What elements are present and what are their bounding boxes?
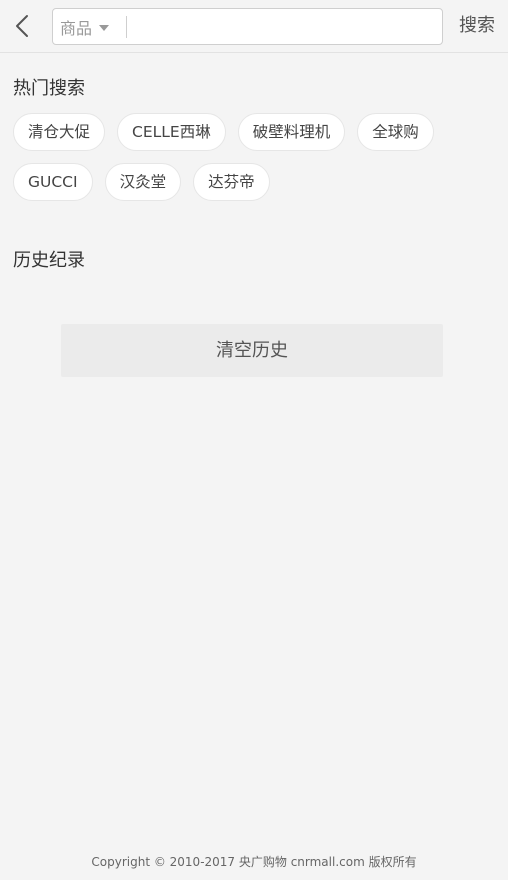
hot-search-tag[interactable]: 全球购 (357, 113, 434, 151)
search-button[interactable]: 搜索 (452, 12, 502, 40)
hot-search-tag[interactable]: 汉灸堂 (104, 163, 182, 201)
clear-history-button[interactable]: 清空历史 (61, 324, 443, 377)
search-input[interactable] (133, 12, 437, 43)
hot-search-tag[interactable]: 破壁料理机 (237, 113, 346, 151)
back-button[interactable] (8, 10, 36, 42)
history-title: 历史纪录 (13, 250, 85, 271)
category-select[interactable]: 商品 (53, 9, 127, 44)
tag-row: 清仓大促 CELLE西琳 破壁料理机 全球购 (13, 113, 503, 151)
search-box: 商品 (52, 8, 443, 45)
tag-row: GUCCI 汉灸堂 达芬帝 (13, 163, 503, 201)
search-divider (126, 16, 127, 38)
hot-search-title: 热门搜索 (13, 78, 85, 99)
search-header: 商品 搜索 (0, 0, 508, 53)
footer-copyright: Copyright © 2010-2017 央广购物 cnrmall.com 版… (91, 855, 417, 869)
hot-search-tag[interactable]: CELLE西琳 (117, 113, 226, 151)
chevron-left-icon (16, 15, 28, 37)
hot-search-tag[interactable]: GUCCI (13, 163, 93, 201)
hot-search-tag[interactable]: 清仓大促 (13, 113, 106, 151)
hot-search-tags: 清仓大促 CELLE西琳 破壁料理机 全球购 GUCCI 汉灸堂 达芬帝 (13, 113, 503, 213)
caret-down-icon (99, 24, 110, 31)
category-label: 商品 (60, 18, 93, 38)
hot-search-tag[interactable]: 达芬帝 (193, 163, 270, 201)
